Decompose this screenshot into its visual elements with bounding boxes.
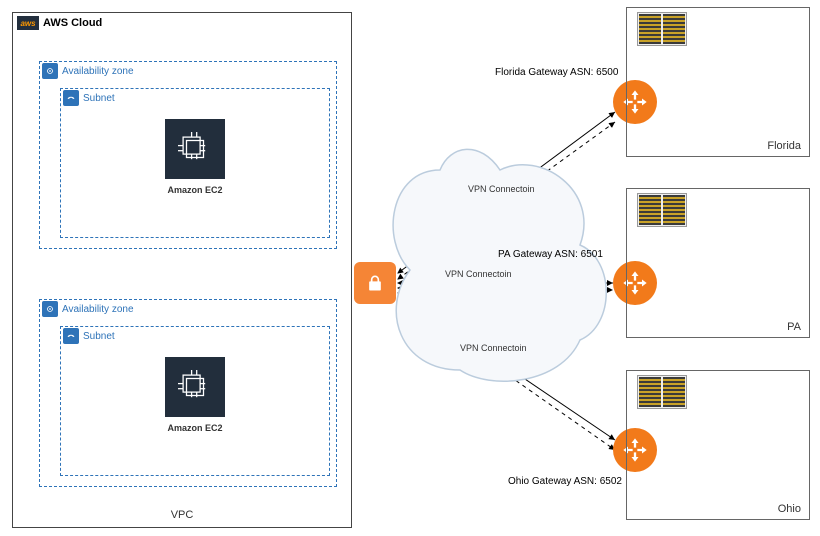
vpc-label: VPC: [13, 509, 351, 521]
ec2-instance-1: Amazon EC2: [160, 119, 230, 195]
az-icon: [42, 301, 58, 317]
az-label: Availability zone: [62, 304, 134, 315]
ohio-gateway-label: Ohio Gateway ASN: 6502: [508, 476, 622, 487]
server-rack-icon: [637, 12, 687, 46]
server-rack-icon: [637, 375, 687, 409]
aws-cloud-header: aws AWS Cloud: [13, 13, 351, 33]
site-florida: Florida: [626, 7, 810, 157]
site-label-ohio: Ohio: [627, 503, 801, 515]
virtual-private-gateway-icon: [354, 262, 396, 304]
aws-logo-icon: aws: [17, 16, 39, 30]
ec2-label: Amazon EC2: [160, 185, 230, 195]
pa-gateway-label: PA Gateway ASN: 6501: [498, 249, 603, 260]
florida-gateway-label: Florida Gateway ASN: 6500: [495, 67, 618, 78]
subnet-icon: [63, 328, 79, 344]
aws-cloud-label: AWS Cloud: [43, 17, 102, 29]
vpn-connection-label-ohio: VPN Connectoin: [460, 343, 527, 353]
availability-zone-2: Availability zone Subnet Amazon EC2: [39, 299, 337, 487]
vpn-connection-label-florida: VPN Connectoin: [468, 184, 535, 194]
server-rack-icon: [637, 193, 687, 227]
az-icon: [42, 63, 58, 79]
aws-cloud-container: aws AWS Cloud Availability zone Subnet A…: [12, 12, 352, 528]
availability-zone-1: Availability zone Subnet Amazon EC2: [39, 61, 337, 249]
ec2-label: Amazon EC2: [160, 423, 230, 433]
ec2-instance-2: Amazon EC2: [160, 357, 230, 433]
az-label: Availability zone: [62, 66, 134, 77]
site-pa: PA: [626, 188, 810, 338]
subnet-1: Subnet Amazon EC2: [60, 88, 330, 238]
subnet-label: Subnet: [83, 331, 115, 342]
subnet-2: Subnet Amazon EC2: [60, 326, 330, 476]
site-ohio: Ohio: [626, 370, 810, 520]
site-label-florida: Florida: [627, 140, 801, 152]
subnet-label: Subnet: [83, 93, 115, 104]
vpn-connection-label-pa: VPN Connectoin: [445, 269, 512, 279]
subnet-icon: [63, 90, 79, 106]
site-label-pa: PA: [627, 321, 801, 333]
ec2-icon: [165, 357, 225, 417]
ec2-icon: [165, 119, 225, 179]
